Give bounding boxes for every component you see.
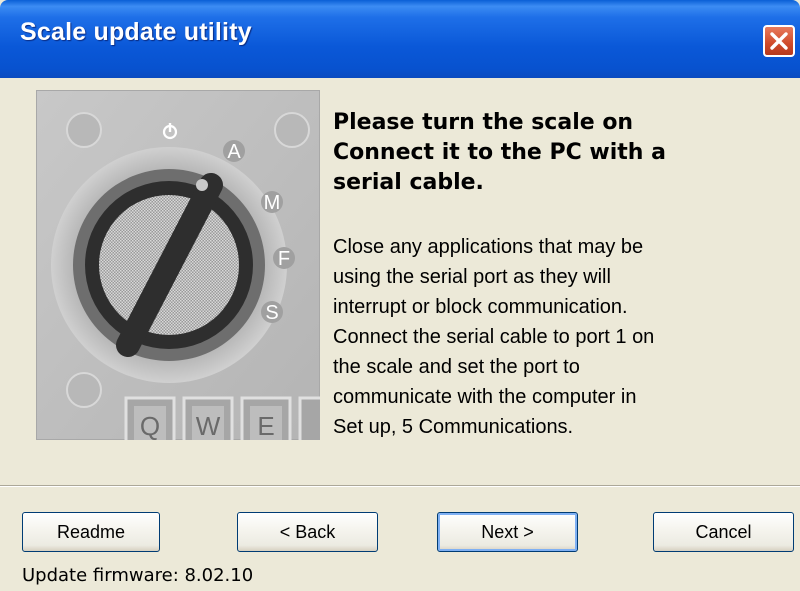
instruction-line: communicate with the computer in [333,386,637,408]
scale-illustration: A M F S Q W E [36,90,320,440]
instruction-line: using the serial port as they will [333,266,611,288]
close-icon [770,32,788,50]
next-button[interactable]: Next > [437,512,578,552]
instruction-line: Close any applications that may be [333,236,644,258]
status-text: Update firmware: 8.02.10 [22,565,254,586]
key-q: Q [140,411,160,440]
heading-line: serial cable. [333,170,484,195]
dial-label-s: S [265,302,278,324]
instruction-text: Close any applications that may be using… [333,232,783,442]
wizard-window: Scale update utility A M F S Q W E Pleas… [0,0,800,591]
heading-line: Connect it to the PC with a [333,140,666,165]
instruction-line: the scale and set the port to [333,356,580,378]
instruction-line: Set up, 5 Communications. [333,416,574,438]
instruction-heading: Please turn the scale on Connect it to t… [333,108,773,198]
title-bar[interactable]: Scale update utility [0,0,800,78]
key-e: E [257,411,274,440]
dial-label-a: A [227,141,241,163]
readme-button[interactable]: Readme [22,512,160,552]
key-w: W [196,411,221,440]
instruction-line: interrupt or block communication. [333,296,628,318]
instruction-line: Connect the serial cable to port 1 on [333,326,655,348]
scale-panel-image: A M F S Q W E [36,90,320,440]
cancel-button[interactable]: Cancel [653,512,794,552]
dial-label-m: M [264,192,281,214]
close-button[interactable] [763,25,795,57]
separator-highlight [0,486,800,487]
back-button[interactable]: < Back [237,512,378,552]
heading-line: Please turn the scale on [333,110,634,135]
window-title: Scale update utility [20,18,252,46]
dial-label-f: F [278,248,290,270]
